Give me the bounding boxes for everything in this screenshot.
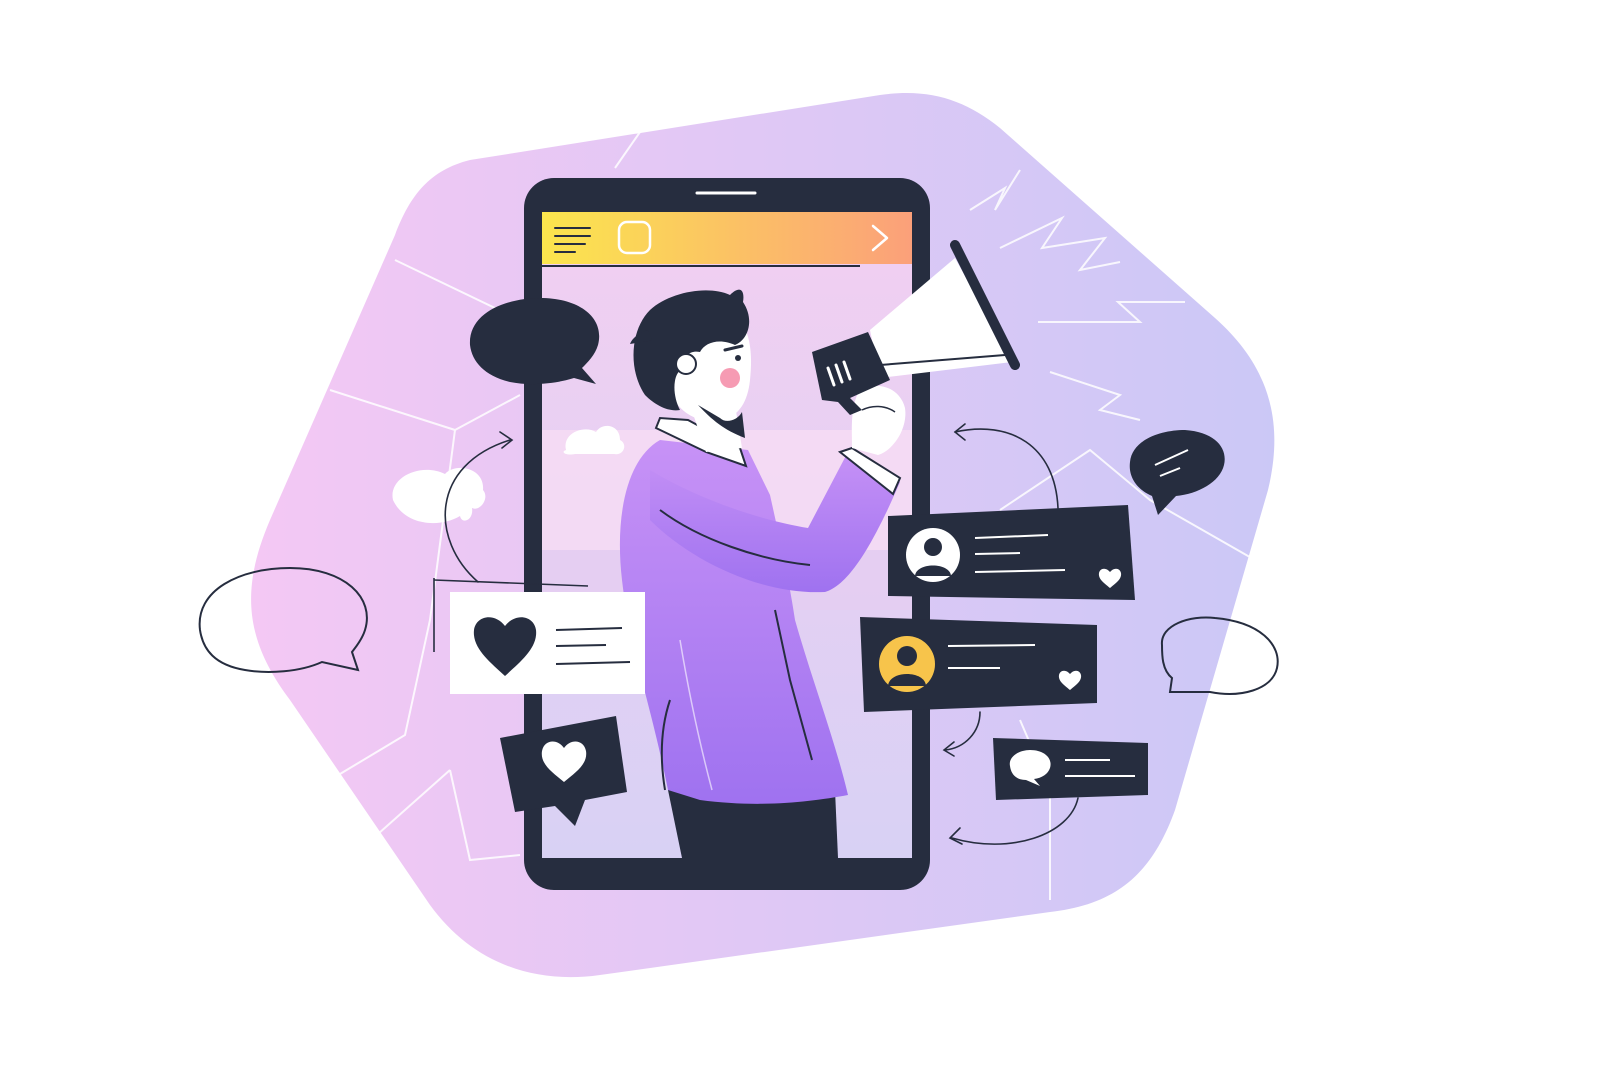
cheek	[720, 368, 740, 388]
comment-card	[860, 617, 1097, 712]
app-header-bar	[542, 212, 912, 264]
illustration	[198, 93, 1279, 978]
cloud-left	[392, 467, 486, 524]
comment-card	[993, 738, 1148, 800]
like-card	[433, 578, 645, 694]
comment-card	[888, 505, 1135, 600]
speech-bubble-icon	[469, 298, 600, 385]
